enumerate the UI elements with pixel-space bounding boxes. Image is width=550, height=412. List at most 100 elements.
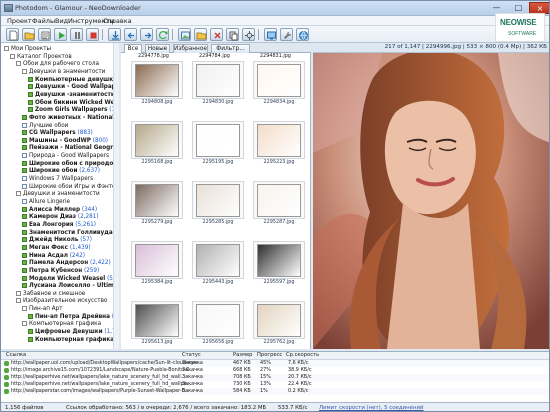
queue-row[interactable]: http://wallpaperstar.com/images/wallpape… [1, 388, 549, 396]
thumbnail[interactable]: 2295287.jpg [253, 181, 305, 225]
thumbnail[interactable]: 2295168.jpg [131, 121, 183, 165]
tools-button[interactable] [280, 28, 293, 41]
project-checkbox[interactable] [22, 168, 27, 174]
project-checkbox[interactable] [22, 283, 27, 289]
thumbnail-image [257, 64, 301, 97]
menu-help[interactable]: Справка [103, 17, 132, 25]
new-project-button[interactable] [6, 28, 19, 41]
project-checkbox[interactable] [22, 130, 27, 136]
web-button[interactable] [296, 28, 309, 41]
thumbnail[interactable]: 2295384.jpg [131, 241, 183, 285]
tree-expander-icon[interactable] [22, 306, 27, 312]
project-checkbox[interactable] [28, 76, 33, 82]
thumbnail[interactable]: 2295279.jpg [131, 181, 183, 225]
thumbnail[interactable]: 2295613.jpg [131, 301, 183, 345]
thumbnail[interactable]: 2295223.jpg [253, 121, 305, 165]
tab-favorites[interactable]: Избранное [173, 44, 208, 53]
image-button[interactable] [178, 28, 191, 41]
project-checkbox[interactable] [22, 122, 27, 128]
properties-button[interactable] [38, 28, 51, 41]
thumbnail[interactable]: 2295443.jpg [192, 241, 244, 285]
thumbnail[interactable]: 2295285.jpg [192, 181, 244, 225]
tree-expander-icon[interactable] [22, 68, 27, 74]
project-checkbox[interactable] [28, 313, 33, 319]
tree-item-count: (5,261) [75, 221, 96, 228]
tab-new[interactable]: Новые [145, 44, 170, 53]
thumbnail[interactable]: 2294830.jpg [192, 61, 244, 105]
project-checkbox[interactable] [22, 260, 27, 266]
project-checkbox[interactable] [28, 84, 33, 90]
project-checkbox[interactable] [22, 267, 27, 273]
tree-expander-icon[interactable] [22, 321, 27, 327]
project-checkbox[interactable] [22, 145, 27, 151]
tree-expander-icon[interactable] [16, 290, 21, 296]
delete-button[interactable] [210, 28, 223, 41]
project-checkbox[interactable] [22, 237, 27, 243]
project-checkbox[interactable] [22, 206, 27, 212]
project-checkbox[interactable] [22, 244, 27, 250]
thumbnail[interactable]: 2295195.jpg [192, 121, 244, 165]
thumbnail[interactable]: 2294808.jpg [131, 61, 183, 105]
thumbnail-caption: 2295384.jpg [141, 279, 173, 285]
queue-row[interactable]: http://image.archive15.com/1072391/Lands… [1, 367, 549, 374]
project-checkbox[interactable] [28, 107, 33, 113]
download-button[interactable] [108, 28, 121, 41]
copy-button[interactable] [226, 28, 239, 41]
tree-scrollbar[interactable] [113, 43, 119, 349]
tree-expander-icon[interactable] [4, 46, 9, 51]
refresh-button[interactable] [156, 28, 169, 41]
menu-project[interactable]: Проект [7, 17, 32, 25]
project-checkbox[interactable] [22, 229, 27, 235]
play-icon [59, 32, 65, 39]
project-checkbox[interactable] [28, 99, 33, 105]
thumbnail[interactable]: 2295762.jpg [253, 301, 305, 345]
settings-button[interactable] [242, 28, 255, 41]
tree-item-label: Девушки -знаменитости [35, 91, 115, 98]
thumbnail[interactable]: 2295597.jpg [253, 241, 305, 285]
project-checkbox[interactable] [28, 336, 33, 342]
pause-button[interactable] [70, 28, 83, 41]
queue-row[interactable]: http://wallpaperhive.net/wallpapers/lake… [1, 374, 549, 382]
project-checkbox[interactable] [22, 221, 27, 227]
project-checkbox[interactable] [22, 160, 27, 166]
forward-button[interactable] [140, 28, 153, 41]
project-checkbox[interactable] [22, 176, 27, 182]
tab-filter[interactable]: Фильтр... [211, 44, 250, 53]
tree-expander-icon[interactable] [16, 61, 21, 67]
back-button[interactable] [124, 28, 137, 41]
preview-info: 217 of 1,147 | 2294996.jpg | 533 × 800 (… [313, 43, 549, 53]
folder-button[interactable] [194, 28, 207, 41]
download-status-icon [4, 368, 9, 374]
queue-row[interactable]: http://wallpaper.uol.com/upload/DesktopW… [1, 360, 549, 367]
thumbnail[interactable]: 2295656.jpg [192, 301, 244, 345]
tree-item[interactable]: Компьютерная графика [28, 336, 114, 344]
woman-portrait-image [313, 53, 549, 349]
menu-view[interactable]: Вид [55, 17, 68, 25]
project-checkbox[interactable] [22, 114, 27, 120]
tree-item-label: Природа - Good Wallpapers [29, 153, 109, 160]
image-preview[interactable] [313, 53, 549, 349]
open-project-button[interactable] [22, 28, 35, 41]
queue-row[interactable]: http://wallpaperhive.net/wallpapers/lake… [1, 381, 549, 388]
project-checkbox[interactable] [22, 199, 27, 204]
project-checkbox[interactable] [22, 137, 27, 143]
queue-status: Закачка [182, 367, 203, 374]
project-checkbox[interactable] [22, 275, 27, 281]
tree-expander-icon[interactable] [16, 298, 21, 304]
project-checkbox[interactable] [22, 214, 27, 220]
project-checkbox[interactable] [22, 183, 27, 189]
start-button[interactable] [54, 28, 67, 41]
project-checkbox[interactable] [28, 91, 33, 97]
project-checkbox[interactable] [22, 153, 27, 159]
thumbnail[interactable]: 2294834.jpg [253, 61, 305, 105]
tree-expander-icon[interactable] [16, 191, 21, 197]
queue-size: 467 КБ [233, 360, 251, 366]
menu-files[interactable]: Файлы [32, 17, 55, 25]
project-checkbox[interactable] [22, 252, 27, 258]
stop-button[interactable] [86, 28, 99, 41]
tab-all[interactable]: Все [124, 44, 142, 53]
preview-button[interactable] [264, 28, 277, 41]
tree-expander-icon[interactable] [10, 53, 15, 59]
speed-limit-link[interactable]: Лимит скорости (нет), 5 соединений [319, 403, 423, 411]
project-checkbox[interactable] [28, 329, 33, 335]
